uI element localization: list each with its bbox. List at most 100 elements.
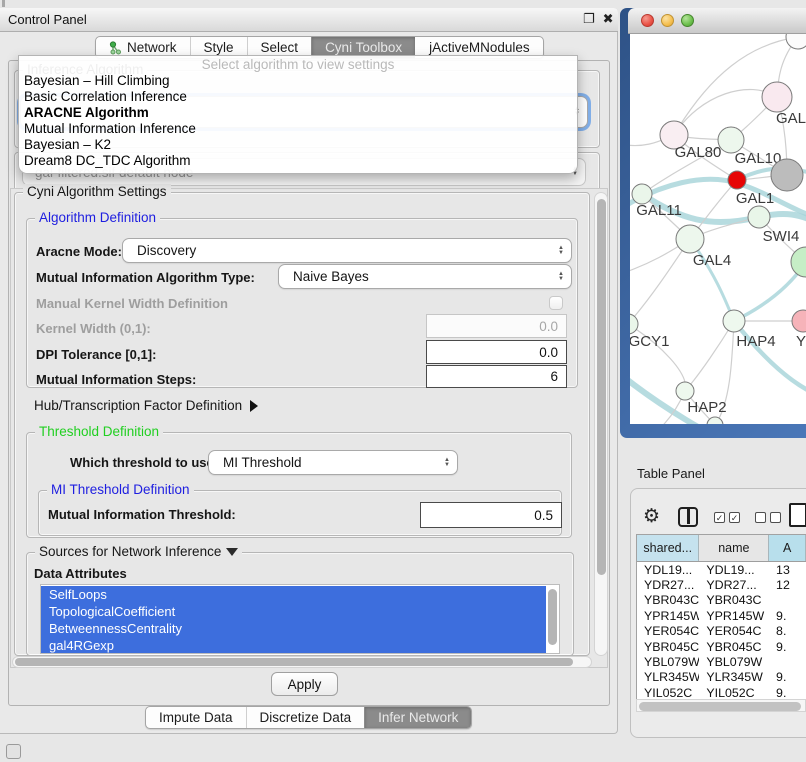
- network-node-label: GCY1: [630, 333, 669, 350]
- mi-type-combo[interactable]: Naive Bayes ▲▼: [278, 264, 572, 289]
- aracne-mode-combo[interactable]: Discovery ▲▼: [122, 238, 572, 263]
- mi-threshold-field[interactable]: 0.5: [420, 502, 562, 528]
- table-row[interactable]: YBR045CYBR045C9.: [637, 639, 806, 654]
- which-threshold-value: MI Threshold: [209, 455, 437, 470]
- dpi-tolerance-field[interactable]: 0.0: [426, 340, 567, 364]
- manual-kernel-checkbox[interactable]: [549, 296, 563, 310]
- zoom-traffic-light-icon[interactable]: [681, 14, 694, 27]
- table-cell: [769, 654, 806, 669]
- mi-steps-field[interactable]: 6: [426, 365, 567, 388]
- data-attributes-items: SelfLoopsTopologicalCoefficientBetweenne…: [41, 586, 546, 654]
- table-cell: 12: [769, 577, 806, 592]
- combo-arrows-icon: ▲▼: [437, 458, 457, 468]
- data-attribute-item[interactable]: TopologicalCoefficient: [41, 603, 546, 620]
- network-node-label: HAP4: [736, 333, 775, 350]
- network-node-hap2[interactable]: [676, 382, 694, 400]
- expand-arrow-icon: [250, 400, 258, 412]
- tab-label: Discretize Data: [260, 710, 352, 725]
- settings-horizontal-scrollbar[interactable]: [12, 656, 592, 668]
- float-window-icon[interactable]: ❐: [583, 11, 595, 27]
- tab-impute-data[interactable]: Impute Data: [146, 707, 246, 728]
- tab-label: Infer Network: [378, 710, 458, 725]
- network-node[interactable]: [786, 34, 806, 49]
- table-horizontal-scrollbar[interactable]: [636, 699, 806, 712]
- which-threshold-label: Which threshold to use:: [70, 455, 218, 470]
- table-cell: YBL079W: [637, 654, 699, 669]
- algorithm-option[interactable]: Bayesian – K2: [19, 137, 577, 153]
- table-row[interactable]: YDR27...YDR27...12: [637, 577, 806, 592]
- table-row[interactable]: YDL19...YDL19...13: [637, 562, 806, 577]
- table-cell: 9.: [769, 639, 806, 654]
- network-node-label: HAP2: [687, 399, 726, 416]
- network-edge[interactable]: [685, 321, 734, 391]
- gear-icon[interactable]: ⚙: [643, 505, 660, 528]
- dock-panel-icon[interactable]: [6, 744, 21, 759]
- algorithm-options: Bayesian – Hill ClimbingBasic Correlatio…: [19, 73, 577, 169]
- algorithm-option[interactable]: ARACNE Algorithm: [19, 105, 577, 121]
- table-cell: YER054C: [637, 624, 699, 639]
- table-row[interactable]: YBL079WYBL079W: [637, 654, 806, 669]
- table-cell: YDL19...: [699, 562, 769, 577]
- table-row[interactable]: YBR043CYBR043C: [637, 593, 806, 608]
- network-node-y[interactable]: [792, 310, 806, 332]
- algorithm-option[interactable]: Basic Correlation Inference: [19, 89, 577, 105]
- network-node-label: GAL80: [675, 144, 722, 161]
- network-edge[interactable]: [630, 391, 685, 424]
- network-window-titlebar[interactable]: [628, 8, 806, 34]
- network-canvas[interactable]: GALGAL80GAL10GAL1GAL11SWI4GAL4GCY1HAP4YH…: [630, 34, 806, 424]
- tab-label: Style: [204, 40, 234, 55]
- show-columns-icon[interactable]: [678, 507, 698, 527]
- tab-discretize-data[interactable]: Discretize Data: [246, 707, 365, 728]
- table-column-header[interactable]: A: [769, 535, 806, 561]
- window-controls: ❐ ✖: [583, 11, 610, 27]
- which-threshold-combo[interactable]: MI Threshold ▲▼: [208, 450, 458, 475]
- network-node-label: Y: [796, 333, 806, 350]
- table-cell: YDL19...: [637, 562, 699, 577]
- table-cell: YLR345W: [637, 670, 699, 685]
- algorithm-option[interactable]: Dream8 DC_TDC Algorithm: [19, 153, 577, 169]
- network-node-gal1[interactable]: [728, 171, 746, 189]
- network-node-hap4[interactable]: [723, 310, 745, 332]
- network-edge[interactable]: [630, 239, 690, 324]
- export-table-icon[interactable]: [789, 503, 806, 527]
- close-icon[interactable]: ✖: [603, 11, 614, 27]
- kernel-width-field[interactable]: 0.0: [426, 314, 567, 338]
- tab-infer-network[interactable]: Infer Network: [364, 707, 471, 728]
- network-node-swi4[interactable]: [748, 206, 770, 228]
- network-node-gcy1[interactable]: [630, 314, 638, 334]
- hub-definition-expander[interactable]: Hub/Transcription Factor Definition: [34, 398, 258, 413]
- table-row[interactable]: YER054CYER054C8.: [637, 624, 806, 639]
- algorithm-definition-title: Algorithm Definition: [35, 210, 160, 225]
- table-column-header[interactable]: name: [699, 535, 769, 561]
- network-node-label: GAL4: [693, 252, 731, 269]
- table-cell: 9.: [769, 608, 806, 623]
- network-node-gal[interactable]: [762, 82, 792, 112]
- network-node-gal11[interactable]: [632, 184, 652, 204]
- mi-threshold-group-title: MI Threshold Definition: [47, 482, 194, 497]
- list-scrollbar[interactable]: [546, 586, 558, 654]
- close-traffic-light-icon[interactable]: [641, 14, 654, 27]
- node-table: shared...nameA YDL19...YDL19...13YDR27..…: [636, 534, 806, 712]
- cyni-algorithm-settings-title: Cyni Algorithm Settings: [23, 184, 171, 199]
- data-attribute-item[interactable]: SelfLoops: [41, 586, 546, 603]
- minimize-traffic-light-icon[interactable]: [661, 14, 674, 27]
- select-all-columns-icon[interactable]: ✓✓: [714, 512, 740, 523]
- table-row[interactable]: YLR345WYLR345W9.: [637, 670, 806, 685]
- table-cell: 13: [769, 562, 806, 577]
- cyni-mode-tabs: Impute Data Discretize Data Infer Network: [145, 706, 472, 729]
- algorithm-option[interactable]: Bayesian – Hill Climbing: [19, 73, 577, 89]
- table-cell: [769, 593, 806, 608]
- table-row[interactable]: YPR145WYPR145W9.: [637, 608, 806, 623]
- data-attribute-item[interactable]: BetweennessCentrality: [41, 620, 546, 637]
- deselect-all-columns-icon[interactable]: [755, 512, 781, 523]
- table-cell: YBR045C: [699, 639, 769, 654]
- kernel-width-label: Kernel Width (0,1):: [36, 321, 151, 336]
- network-node-label: GAL1: [736, 190, 774, 207]
- apply-button[interactable]: Apply: [271, 672, 338, 696]
- settings-vertical-scrollbar[interactable]: [594, 192, 608, 656]
- data-attribute-item[interactable]: gal4RGexp: [41, 637, 546, 654]
- network-node-gal4[interactable]: [676, 225, 704, 253]
- algorithm-option[interactable]: Mutual Information Inference: [19, 121, 577, 137]
- network-node[interactable]: [771, 159, 803, 191]
- table-column-header[interactable]: shared...: [637, 535, 699, 561]
